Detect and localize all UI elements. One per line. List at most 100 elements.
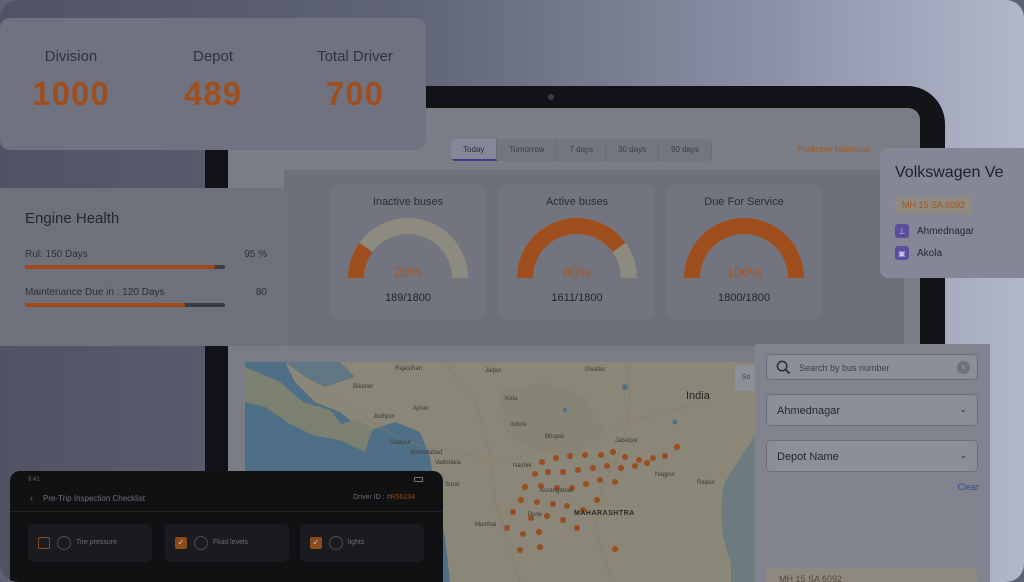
tab-tomorrow[interactable]: Tomorrow bbox=[497, 139, 558, 161]
depot-marker[interactable] bbox=[618, 465, 624, 471]
depot-marker[interactable] bbox=[604, 463, 610, 469]
engine-health-title: Engine Health bbox=[25, 210, 120, 227]
district-select[interactable]: Ahmednagar ⌄ bbox=[766, 394, 978, 426]
mobile-status-time: 9:41 bbox=[28, 477, 40, 483]
map-city-label: Indore bbox=[510, 422, 528, 428]
depot-marker[interactable] bbox=[594, 497, 600, 503]
depot-marker[interactable] bbox=[567, 453, 573, 459]
gauge-percent: 100% bbox=[726, 264, 762, 280]
depot-marker[interactable] bbox=[674, 444, 680, 450]
depot-marker[interactable] bbox=[597, 477, 603, 483]
divider bbox=[10, 511, 443, 512]
eh-value: 80 bbox=[255, 287, 267, 298]
gauge-card-due-service: Due For Service 100% 1800/1800 bbox=[666, 184, 822, 320]
depot-marker[interactable] bbox=[517, 547, 523, 553]
vehicle-plate-badge: MH 15 SA 6092 bbox=[895, 196, 973, 214]
depot-marker[interactable] bbox=[583, 481, 589, 487]
depot-marker[interactable] bbox=[612, 546, 618, 552]
checkbox[interactable]: ✓ bbox=[310, 537, 322, 549]
map-city-label: Pune bbox=[528, 512, 543, 518]
checklist-item-tire-pressure[interactable]: Tire pressure bbox=[28, 524, 152, 562]
depot-marker[interactable] bbox=[510, 509, 516, 515]
tab-30-days[interactable]: 30 days bbox=[606, 139, 660, 161]
depot-marker[interactable] bbox=[650, 455, 656, 461]
bus-result-card[interactable]: MH 15 SA 6092 bbox=[765, 568, 977, 582]
map-region-label: MAHARASHTRA bbox=[574, 510, 635, 517]
vehicle-card[interactable]: Volkswagen Ve MH 15 SA 6092 ⊥ Ahmednagar… bbox=[880, 148, 1024, 278]
depot-marker[interactable] bbox=[598, 452, 604, 458]
eh-label: Rul: 150 Days bbox=[25, 249, 88, 260]
depot-marker[interactable] bbox=[534, 499, 540, 505]
tab-7-days[interactable]: 7 days bbox=[557, 139, 607, 161]
gauge-title: Active buses bbox=[545, 196, 609, 208]
depot-marker[interactable] bbox=[520, 531, 526, 537]
depot-marker[interactable] bbox=[532, 471, 538, 477]
chevron-down-icon: ⌄ bbox=[959, 450, 967, 460]
map-city-label: Aurangabad bbox=[540, 488, 573, 494]
depot-select-value: Depot Name bbox=[777, 451, 839, 463]
depot-select[interactable]: Depot Name ⌄ bbox=[766, 440, 978, 472]
depot-marker[interactable] bbox=[564, 503, 570, 509]
driver-id-label: Driver ID : bbox=[353, 494, 385, 501]
checklist-item-lights[interactable]: ✓ lights bbox=[300, 524, 424, 562]
depot-marker[interactable] bbox=[610, 449, 616, 455]
depot-marker[interactable] bbox=[582, 452, 588, 458]
depot-marker[interactable] bbox=[560, 517, 566, 523]
back-arrow-icon[interactable]: ‹ bbox=[30, 493, 33, 503]
map-city-label: Jaipur bbox=[485, 368, 502, 374]
map-city-label: Jodhpur bbox=[373, 414, 395, 420]
depot-marker[interactable] bbox=[553, 455, 559, 461]
eh-progress-bar bbox=[25, 265, 225, 269]
map-city-label: Rajasthan bbox=[395, 366, 423, 372]
depot-marker[interactable] bbox=[622, 454, 628, 460]
clear-filters-link[interactable]: Clear bbox=[957, 482, 979, 492]
mobile-checklist-card: 9:41 ‹ Pre-Trip Inspection Checklist Dri… bbox=[10, 471, 443, 582]
eh-progress-fill bbox=[25, 303, 185, 307]
engine-health-row-maintenance: Maintenance Due in : 120 Days 80 bbox=[25, 287, 267, 325]
depot-marker[interactable] bbox=[522, 484, 528, 490]
depot-marker[interactable] bbox=[537, 544, 543, 550]
fluid-icon bbox=[194, 536, 208, 550]
depot-marker[interactable] bbox=[550, 501, 556, 507]
clear-search-icon[interactable]: × bbox=[957, 361, 970, 374]
stat-division: Division 1000 bbox=[6, 48, 136, 150]
depot-marker[interactable] bbox=[518, 497, 524, 503]
depot-marker[interactable] bbox=[612, 479, 618, 485]
search-box: × bbox=[766, 354, 978, 380]
district-select-value: Ahmednagar bbox=[777, 405, 840, 417]
stat-label: Depot bbox=[192, 48, 234, 65]
depot-marker[interactable] bbox=[636, 457, 642, 463]
map-city-label: Nagpur bbox=[655, 472, 675, 478]
route-end-icon: ▣ bbox=[895, 246, 909, 260]
checklist-item-fluid-levels[interactable]: ✓ Fluid levels bbox=[165, 524, 289, 562]
depot-marker[interactable] bbox=[590, 465, 596, 471]
gauge-card-inactive: Inactive buses 20% 189/1800 bbox=[330, 184, 486, 320]
search-input[interactable] bbox=[799, 359, 949, 377]
depot-marker[interactable] bbox=[560, 469, 566, 475]
depot-marker[interactable] bbox=[644, 460, 650, 466]
checkbox[interactable] bbox=[38, 537, 50, 549]
search-icon bbox=[776, 360, 791, 375]
gauge-title: Due For Service bbox=[704, 196, 784, 208]
depot-marker[interactable] bbox=[545, 469, 551, 475]
depot-marker[interactable] bbox=[539, 459, 545, 465]
checklist-title: Pre-Trip Inspection Checklist bbox=[43, 494, 145, 503]
vehicle-location-destination: ▣ Akola bbox=[895, 246, 1024, 260]
tab-today[interactable]: Today bbox=[451, 139, 498, 161]
driver-id: Driver ID : #R56234 bbox=[353, 494, 415, 501]
depot-marker[interactable] bbox=[575, 467, 581, 473]
tab-90-days[interactable]: 90 days bbox=[659, 139, 713, 161]
depot-marker[interactable] bbox=[536, 529, 542, 535]
filter-panel: × Ahmednagar ⌄ Depot Name ⌄ Clear MH 15 … bbox=[755, 344, 990, 582]
stat-value: 1000 bbox=[32, 75, 110, 112]
depot-marker[interactable] bbox=[574, 525, 580, 531]
depot-marker[interactable] bbox=[504, 525, 510, 531]
depot-marker[interactable] bbox=[544, 513, 550, 519]
predictive-maintenance-link[interactable]: Predictive Maintenar bbox=[797, 145, 870, 154]
map-control[interactable]: So bbox=[735, 365, 757, 391]
depot-marker[interactable] bbox=[632, 463, 638, 469]
tablet-camera bbox=[548, 94, 554, 100]
depot-marker[interactable] bbox=[662, 453, 668, 459]
checkbox[interactable]: ✓ bbox=[175, 537, 187, 549]
eh-progress-bar bbox=[25, 303, 225, 307]
